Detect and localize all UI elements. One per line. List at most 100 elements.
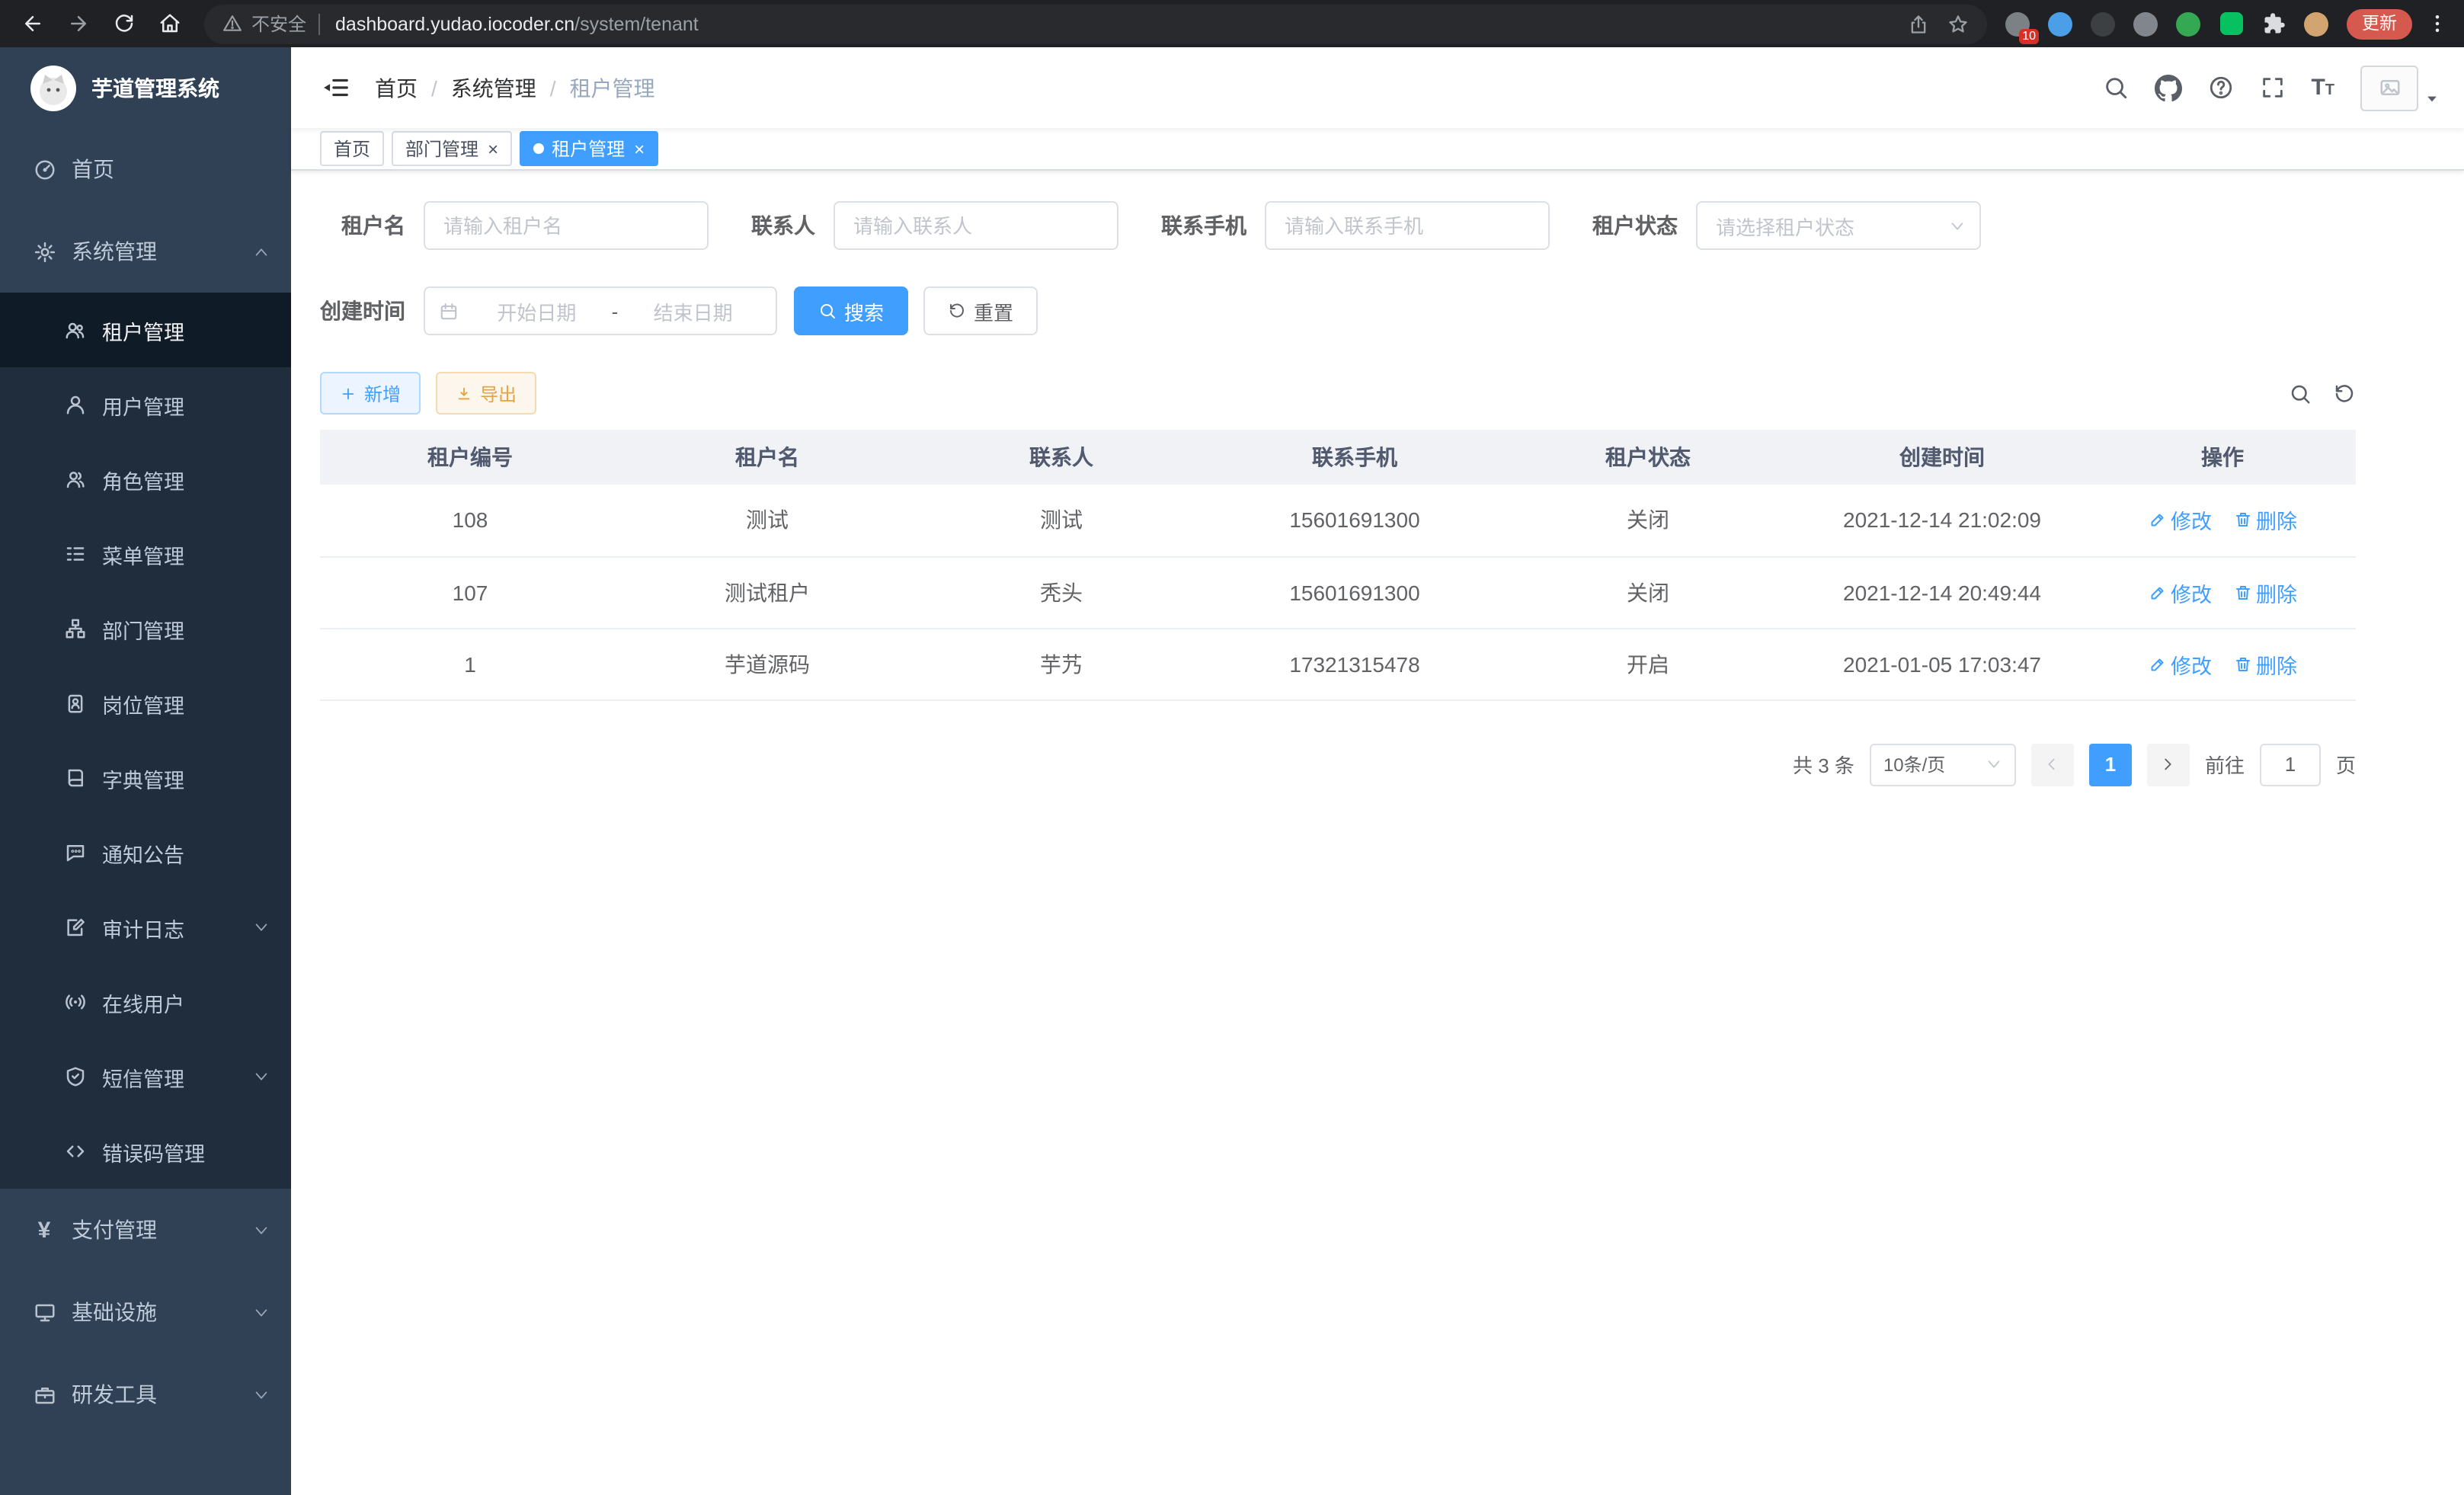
help-icon[interactable] xyxy=(2207,75,2233,101)
browser-menu-icon[interactable] xyxy=(2421,12,2452,35)
page-number-button[interactable]: 1 xyxy=(2089,743,2132,786)
page-content: 租户名 联系人 联系手机 租户状态 请选择租户状态 xyxy=(291,171,2464,1495)
share-icon[interactable] xyxy=(1908,13,1929,34)
date-range-picker[interactable]: 开始日期 - 结束日期 xyxy=(424,287,777,335)
contact-input[interactable] xyxy=(834,201,1118,250)
bookmark-star-icon[interactable] xyxy=(1947,13,1969,34)
page-size-select[interactable]: 10条/页 xyxy=(1870,743,2016,786)
next-page-button[interactable] xyxy=(2147,743,2190,786)
add-button-label: 新增 xyxy=(364,380,401,406)
ext-green-square-icon[interactable] xyxy=(2217,10,2245,37)
tab-home[interactable]: 首页 xyxy=(320,131,384,166)
tenant-name-input[interactable] xyxy=(424,201,709,250)
ext-blue-shape xyxy=(2048,11,2072,36)
dept-icon xyxy=(62,617,87,640)
extensions-area: 10 xyxy=(1996,10,2338,37)
row-delete-link[interactable]: 删除 xyxy=(2233,577,2297,607)
ext-badged-icon[interactable]: 10 xyxy=(2004,10,2031,37)
sidebar-item-online-user[interactable]: 在线用户 xyxy=(0,965,291,1039)
ext-gray-icon[interactable] xyxy=(2132,10,2159,37)
sidebar-item-pay[interactable]: ¥支付管理 xyxy=(0,1189,291,1271)
chevron-down-icon xyxy=(1986,756,2002,773)
font-size-icon[interactable]: TT xyxy=(2311,76,2334,99)
chevron-down-icon xyxy=(253,1386,270,1403)
status-select[interactable]: 请选择租户状态 xyxy=(1696,201,1981,250)
sidebar-item-menu[interactable]: 菜单管理 xyxy=(0,517,291,591)
cell-contact: 芋艿 xyxy=(914,628,1208,699)
back-icon[interactable] xyxy=(12,4,52,43)
sidebar-item-audit-log[interactable]: 审计日志 xyxy=(0,890,291,965)
row-edit-link[interactable]: 修改 xyxy=(2148,577,2212,607)
ext-blue-icon[interactable] xyxy=(2046,10,2074,37)
log-icon xyxy=(62,916,87,939)
breadcrumb-item[interactable]: 首页 xyxy=(375,72,418,103)
sidebar-item-error-code[interactable]: 错误码管理 xyxy=(0,1114,291,1189)
tab-tenant[interactable]: 租户管理× xyxy=(520,131,658,166)
sidebar-item-notice[interactable]: 通知公告 xyxy=(0,815,291,890)
close-icon[interactable]: × xyxy=(634,139,645,158)
security-label[interactable]: 不安全 xyxy=(251,11,306,37)
cell-phone: 15601691300 xyxy=(1208,556,1501,628)
refresh-table-icon[interactable] xyxy=(2333,382,2356,405)
column-header: 操作 xyxy=(2089,430,2356,485)
logo-row[interactable]: 芋道管理系统 xyxy=(0,47,291,128)
sidebar-item-user[interactable]: 用户管理 xyxy=(0,367,291,442)
sidebar-item-dict[interactable]: 字典管理 xyxy=(0,741,291,815)
reset-button[interactable]: 重置 xyxy=(923,287,1038,335)
github-icon[interactable] xyxy=(2154,74,2181,101)
cell-status: 关闭 xyxy=(1501,556,1795,628)
delete-icon xyxy=(2233,655,2251,673)
ext-gray-shape xyxy=(2133,11,2158,36)
ext-green-icon[interactable] xyxy=(2174,10,2202,37)
toolbar-right xyxy=(2267,382,2356,405)
ext-dark-icon[interactable] xyxy=(2089,10,2117,37)
export-button[interactable]: 导出 xyxy=(436,372,536,415)
page-unit-label: 页 xyxy=(2336,750,2356,779)
add-button[interactable]: 新增 xyxy=(320,372,421,415)
toggle-search-icon[interactable] xyxy=(2289,382,2312,405)
end-date-placeholder: 结束日期 xyxy=(624,296,762,325)
reload-icon[interactable] xyxy=(104,4,143,43)
table-row: 108测试测试15601691300关闭2021-12-14 21:02:09修… xyxy=(320,485,2356,556)
address-bar[interactable]: 不安全 dashboard.yudao.iocoder.cn /system/t… xyxy=(204,4,1987,43)
browser-update-button[interactable]: 更新 xyxy=(2347,8,2412,39)
search-icon[interactable] xyxy=(2102,75,2128,101)
forward-icon[interactable] xyxy=(58,4,98,43)
sidebar-item-post[interactable]: 岗位管理 xyxy=(0,666,291,741)
home-icon[interactable] xyxy=(149,4,189,43)
row-delete-link[interactable]: 删除 xyxy=(2233,648,2297,679)
export-button-label: 导出 xyxy=(480,380,517,406)
row-edit-link-label: 修改 xyxy=(2171,577,2212,607)
search-button[interactable]: 搜索 xyxy=(794,287,908,335)
sidebar-item-tools[interactable]: 研发工具 xyxy=(0,1353,291,1436)
sidebar-item-system[interactable]: 系统管理 xyxy=(0,210,291,293)
ext-puzzle-icon[interactable] xyxy=(2260,10,2287,37)
phone-input[interactable] xyxy=(1265,201,1550,250)
chevron-down-icon[interactable] xyxy=(2424,91,2440,106)
row-edit-link[interactable]: 修改 xyxy=(2148,648,2212,679)
table-row: 107测试租户秃头15601691300关闭2021-12-14 20:49:4… xyxy=(320,556,2356,628)
goto-page-input[interactable] xyxy=(2260,743,2321,786)
row-delete-link[interactable]: 删除 xyxy=(2233,505,2297,536)
sidebar-item-label: 菜单管理 xyxy=(102,539,184,569)
sidebar-item-infra[interactable]: 基础设施 xyxy=(0,1271,291,1353)
row-delete-link-label: 删除 xyxy=(2256,577,2297,607)
column-header: 联系手机 xyxy=(1208,430,1501,485)
sidebar-item-sms[interactable]: 短信管理 xyxy=(0,1039,291,1114)
ext-avatar-icon[interactable] xyxy=(2302,10,2330,37)
sidebar-item-home[interactable]: 首页 xyxy=(0,128,291,210)
sidebar-item-dept[interactable]: 部门管理 xyxy=(0,591,291,666)
tab-label: 首页 xyxy=(334,136,370,162)
sidebar-collapse-icon[interactable] xyxy=(306,73,366,102)
tab-dept[interactable]: 部门管理× xyxy=(392,131,512,166)
fullscreen-icon[interactable] xyxy=(2259,75,2285,101)
status-select-placeholder: 请选择租户状态 xyxy=(1716,211,1949,240)
user-avatar[interactable] xyxy=(2360,65,2418,110)
prev-page-button[interactable] xyxy=(2031,743,2074,786)
sidebar-item-tenant[interactable]: 租户管理 xyxy=(0,293,291,367)
close-icon[interactable]: × xyxy=(488,139,498,158)
sidebar-item-label: 角色管理 xyxy=(102,464,184,495)
breadcrumb-item[interactable]: 系统管理 xyxy=(451,72,536,103)
sidebar-item-role[interactable]: 角色管理 xyxy=(0,442,291,517)
row-edit-link[interactable]: 修改 xyxy=(2148,505,2212,536)
